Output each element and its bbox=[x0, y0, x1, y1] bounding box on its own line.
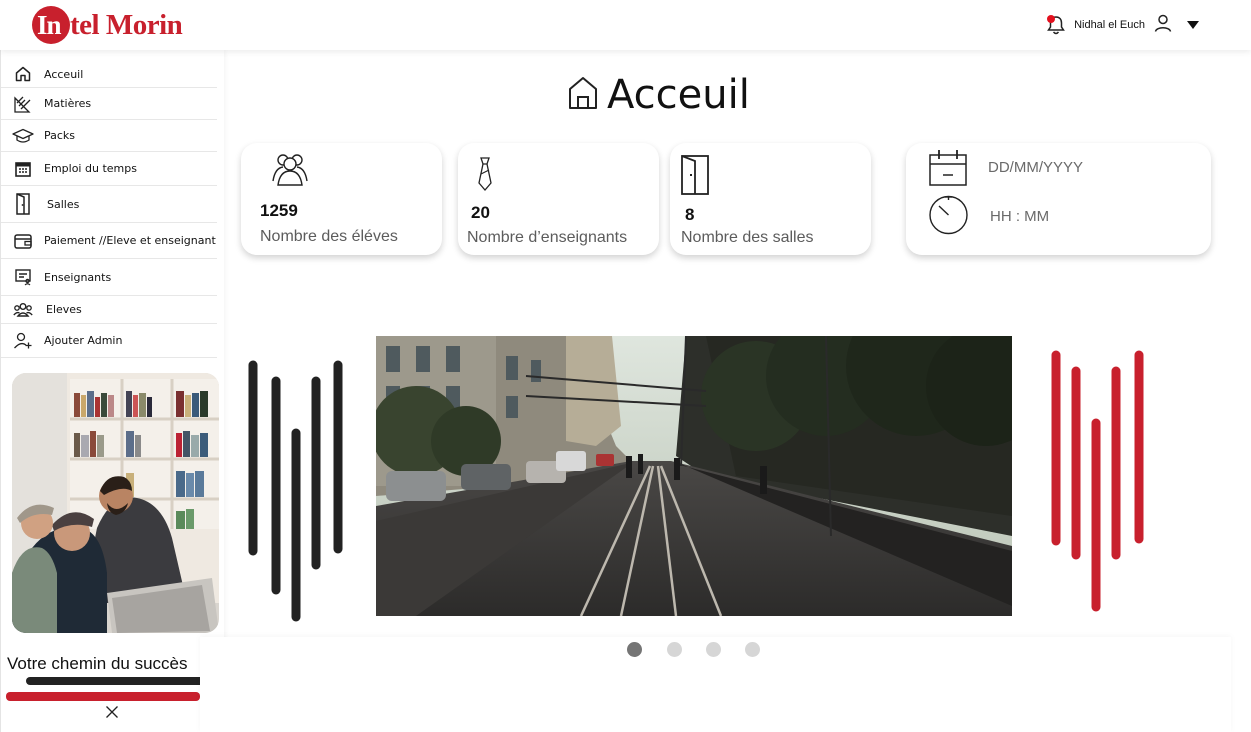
user-icon[interactable] bbox=[1153, 13, 1173, 38]
sidebar-item-label: Ajouter Admin bbox=[44, 334, 123, 347]
add-user-icon bbox=[12, 330, 34, 352]
carousel-dot-4[interactable] bbox=[745, 642, 760, 657]
clock-icon bbox=[928, 194, 969, 240]
wallet-icon bbox=[12, 230, 34, 252]
notification-dot bbox=[1047, 15, 1056, 23]
intel-morin-logo[interactable]: In tel Morin bbox=[32, 6, 183, 44]
sidebar-item-label: Packs bbox=[44, 129, 76, 142]
stat-value: 20 bbox=[471, 203, 490, 222]
sidebar-item-label: Acceuil bbox=[44, 67, 84, 81]
stat-caption: Nombre d’enseignants bbox=[467, 229, 628, 246]
logo-text: tel Morin bbox=[70, 8, 183, 41]
sidebar-item-paiement[interactable]: Paiement //Eleve et enseignant bbox=[1, 223, 217, 259]
students-icon bbox=[12, 299, 34, 321]
tie-icon bbox=[477, 156, 493, 197]
notification-bell-icon[interactable] bbox=[1046, 14, 1066, 36]
door-icon bbox=[680, 154, 710, 201]
logo-initial: In bbox=[32, 6, 70, 44]
decorative-black-bar bbox=[26, 677, 204, 685]
decorative-black-lines bbox=[248, 360, 343, 622]
ruler-pencil-icon bbox=[12, 93, 34, 115]
sidebar-item-eleves[interactable]: Eleves bbox=[1, 296, 217, 324]
sidebar: Acceuil Matières Packs Emploi du temps S… bbox=[0, 50, 225, 732]
sidebar-item-label: Enseignants bbox=[44, 270, 112, 284]
sidebar-item-acceuil[interactable]: Acceuil bbox=[1, 61, 217, 88]
sidebar-item-emploi[interactable]: Emploi du temps bbox=[1, 152, 217, 186]
sidebar-item-label: Emploi du temps bbox=[44, 162, 137, 175]
close-icon[interactable] bbox=[105, 705, 119, 719]
stat-caption: Nombre des salles bbox=[681, 229, 814, 246]
teacher-board-icon bbox=[12, 266, 34, 288]
stat-card-students[interactable]: 1259 Nombre des éléves bbox=[241, 143, 442, 255]
sidebar-item-ajouter-admin[interactable]: Ajouter Admin bbox=[1, 324, 217, 358]
home-icon bbox=[12, 63, 34, 85]
user-name[interactable]: Nidhal el Euch bbox=[1074, 19, 1145, 31]
sidebar-item-packs[interactable]: Packs bbox=[1, 120, 217, 152]
stat-value: 1259 bbox=[260, 201, 298, 220]
sidebar-item-label: Salles bbox=[47, 197, 80, 211]
user-area: Nidhal el Euch bbox=[1046, 13, 1199, 37]
date-input[interactable]: DD/MM/YYYY bbox=[988, 159, 1083, 176]
sidebar-item-label: Paiement //Eleve et enseignant bbox=[44, 234, 216, 247]
home-icon bbox=[567, 75, 599, 116]
calendar-icon bbox=[12, 158, 34, 180]
sidebar-item-enseignants[interactable]: Enseignants bbox=[1, 259, 217, 296]
sidebar-item-matieres[interactable]: Matières bbox=[1, 88, 217, 120]
sidebar-item-salles[interactable]: Salles bbox=[1, 186, 217, 223]
stat-value: 8 bbox=[685, 205, 695, 224]
user-menu-caret-icon[interactable] bbox=[1187, 21, 1199, 29]
decorative-red-bar bbox=[6, 692, 200, 701]
calendar-icon bbox=[928, 147, 968, 192]
students-library-photo bbox=[12, 373, 219, 633]
time-input[interactable]: HH : MM bbox=[990, 208, 1049, 225]
sidebar-item-label: Matières bbox=[44, 97, 92, 110]
stat-card-rooms[interactable]: 8 Nombre des salles bbox=[670, 143, 871, 255]
page-title: Acceuil bbox=[567, 70, 750, 120]
group-icon bbox=[270, 151, 310, 192]
date-time-card[interactable]: DD/MM/YYYY HH : MM bbox=[906, 143, 1211, 255]
carousel-dot-3[interactable] bbox=[706, 642, 721, 657]
page-title-text: Acceuil bbox=[607, 72, 750, 118]
sidebar-item-label: Eleves bbox=[46, 303, 82, 316]
top-header: In tel Morin Nidhal el Euch bbox=[0, 0, 1251, 50]
graduation-cap-icon bbox=[12, 125, 34, 147]
door-icon bbox=[12, 193, 34, 215]
decorative-red-lines bbox=[1051, 350, 1144, 612]
stat-card-teachers[interactable]: 20 Nombre d’enseignants bbox=[458, 143, 659, 255]
tagline-panel: Votre chemin du succès bbox=[1, 643, 225, 732]
carousel-dot-1[interactable] bbox=[627, 642, 642, 657]
carousel-slide-image[interactable] bbox=[376, 336, 1012, 616]
carousel-dot-2[interactable] bbox=[667, 642, 682, 657]
stat-caption: Nombre des éléves bbox=[260, 228, 398, 245]
tagline-text: Votre chemin du succès bbox=[7, 654, 188, 673]
